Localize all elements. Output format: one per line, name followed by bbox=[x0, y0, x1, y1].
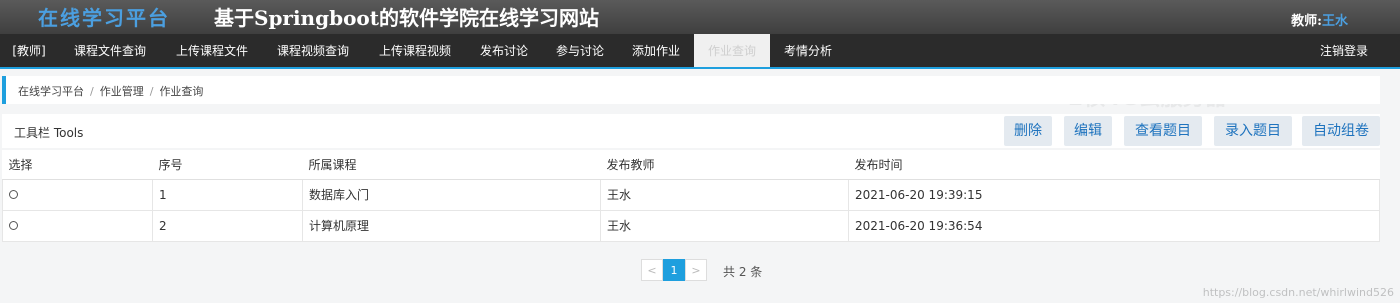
site-title: 基于Springboot的软件学院在线学习网站 bbox=[214, 6, 599, 30]
delete-button[interactable]: 删除 bbox=[1004, 116, 1052, 146]
column-header-index: 序号 bbox=[152, 150, 303, 180]
row-radio[interactable] bbox=[9, 189, 18, 199]
nav-item-upload-course-video[interactable]: 上传课程视频 bbox=[364, 34, 466, 68]
nav-item-course-file-query[interactable]: 课程文件查询 bbox=[58, 34, 162, 68]
row-index: 2 bbox=[152, 209, 303, 242]
column-header-course: 所属课程 bbox=[302, 150, 601, 180]
column-header-teacher: 发布教师 bbox=[600, 150, 849, 180]
watermark: https://blog.csdn.net/whirlwind526 bbox=[1202, 286, 1394, 299]
edit-button[interactable]: 编辑 bbox=[1064, 116, 1112, 146]
page-number-button[interactable]: 1 bbox=[663, 259, 685, 281]
logout-link[interactable]: 注销登录 bbox=[1320, 34, 1368, 68]
breadcrumb-item-homework-manage[interactable]: 作业管理 bbox=[100, 85, 144, 98]
pagination-total: 共 2 条 bbox=[723, 265, 763, 279]
breadcrumb-trail: 在线学习平台 / 作业管理 / 作业查询 bbox=[18, 83, 203, 99]
brand-logo-text[interactable]: 在线学习平台 bbox=[38, 2, 170, 31]
user-info: 教师:王水 bbox=[1291, 10, 1348, 29]
enter-questions-button[interactable]: 录入题目 bbox=[1214, 116, 1292, 146]
view-questions-button[interactable]: 查看题目 bbox=[1124, 116, 1202, 146]
main-nav: [教师] 课程文件查询 上传课程文件 课程视频查询 上传课程视频 发布讨论 参与… bbox=[0, 34, 1400, 68]
prev-page-button[interactable]: < bbox=[641, 259, 663, 281]
table-header-row: 选择 序号 所属课程 发布教师 发布时间 bbox=[2, 150, 1380, 180]
nav-item-exam-analysis[interactable]: 考情分析 bbox=[770, 34, 846, 68]
app-header: 在线学习平台 基于Springboot的软件学院在线学习网站 教师:王水 bbox=[0, 0, 1400, 34]
column-header-select: 选择 bbox=[2, 150, 153, 180]
nav-item-course-video-query[interactable]: 课程视频查询 bbox=[262, 34, 364, 68]
row-time: 2021-06-20 19:39:15 bbox=[848, 178, 1380, 211]
row-teacher: 王水 bbox=[600, 178, 849, 211]
column-header-time: 发布时间 bbox=[848, 150, 1380, 180]
row-course: 数据库入门 bbox=[302, 178, 601, 211]
user-role-label: 教师: bbox=[1291, 14, 1322, 29]
row-select-cell bbox=[2, 178, 153, 211]
nav-item-upload-course-file[interactable]: 上传课程文件 bbox=[162, 34, 262, 68]
nav-item-role[interactable]: [教师] bbox=[0, 34, 58, 68]
user-name[interactable]: 王水 bbox=[1322, 14, 1348, 29]
row-radio[interactable] bbox=[9, 220, 18, 230]
breadcrumb-item-home[interactable]: 在线学习平台 bbox=[18, 85, 84, 98]
breadcrumb: 在线学习平台 / 作业管理 / 作业查询 bbox=[2, 76, 1380, 104]
nav-item-publish-discussion[interactable]: 发布讨论 bbox=[466, 34, 542, 68]
nav-divider bbox=[0, 67, 1400, 69]
toolbar: 工具栏 Tools 删除 编辑 查看题目 录入题目 自动组卷 bbox=[2, 114, 1380, 148]
row-course: 计算机原理 bbox=[302, 209, 601, 242]
breadcrumb-separator: / bbox=[149, 85, 154, 98]
toolbar-title: 工具栏 Tools bbox=[14, 126, 84, 140]
nav-item-add-homework[interactable]: 添加作业 bbox=[618, 34, 694, 68]
homework-table: 选择 序号 所属课程 发布教师 发布时间 1 数据库入门 王水 2021-06-… bbox=[2, 150, 1380, 242]
nav-item-homework-query[interactable]: 作业查询 bbox=[694, 34, 770, 68]
row-time: 2021-06-20 19:36:54 bbox=[848, 209, 1380, 242]
table-row[interactable]: 1 数据库入门 王水 2021-06-20 19:39:15 bbox=[2, 178, 1380, 211]
next-page-button[interactable]: > bbox=[685, 259, 707, 281]
auto-compose-exam-button[interactable]: 自动组卷 bbox=[1302, 116, 1380, 146]
table-row[interactable]: 2 计算机原理 王水 2021-06-20 19:36:54 bbox=[2, 209, 1380, 242]
breadcrumb-item-homework-query: 作业查询 bbox=[159, 85, 204, 98]
row-select-cell bbox=[2, 209, 153, 242]
breadcrumb-separator: / bbox=[90, 85, 94, 98]
row-teacher: 王水 bbox=[600, 209, 849, 242]
row-index: 1 bbox=[152, 178, 303, 211]
nav-item-join-discussion[interactable]: 参与讨论 bbox=[542, 34, 618, 68]
